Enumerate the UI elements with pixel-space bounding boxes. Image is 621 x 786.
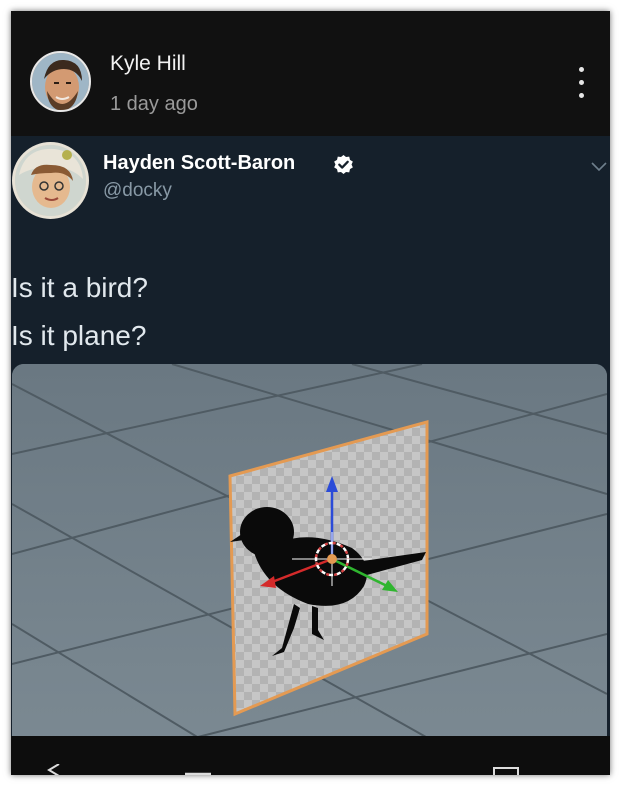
tweet-text-line: Is it plane? — [11, 320, 147, 351]
tweet-display-name[interactable]: Hayden Scott-Baron — [103, 152, 295, 175]
tweet-handle[interactable]: @docky — [103, 180, 172, 202]
post-header: Kyle Hill 1 day ago — [11, 11, 610, 136]
embedded-tweet[interactable]: Hayden Scott-Baron @docky Is it a bird? … — [11, 136, 610, 736]
more-options-button[interactable] — [571, 66, 591, 100]
author-name[interactable]: Kyle Hill — [110, 52, 186, 76]
chevron-down-icon[interactable] — [591, 160, 607, 172]
tweet-author-avatar[interactable] — [12, 142, 89, 219]
author-avatar-image — [32, 53, 89, 110]
back-icon[interactable] — [41, 764, 61, 775]
dot — [579, 80, 584, 85]
dot — [579, 93, 584, 98]
recents-icon[interactable] — [491, 764, 521, 775]
verified-badge-icon — [334, 154, 353, 175]
author-avatar[interactable] — [30, 51, 91, 112]
post-timestamp: 1 day ago — [110, 93, 198, 115]
app-window: Kyle Hill 1 day ago Hayden Scott-Baron @… — [11, 11, 610, 775]
home-icon[interactable] — [183, 764, 213, 775]
tweet-avatar-image — [15, 145, 86, 216]
system-nav-bar — [11, 736, 610, 775]
tweet-media-image[interactable] — [12, 364, 607, 736]
3d-viewport-illustration — [12, 364, 607, 736]
tweet-text-line: Is it a bird? — [11, 272, 148, 303]
tweet-text: Is it a bird? Is it plane? — [11, 264, 148, 360]
vertical-dots-icon — [579, 67, 584, 72]
